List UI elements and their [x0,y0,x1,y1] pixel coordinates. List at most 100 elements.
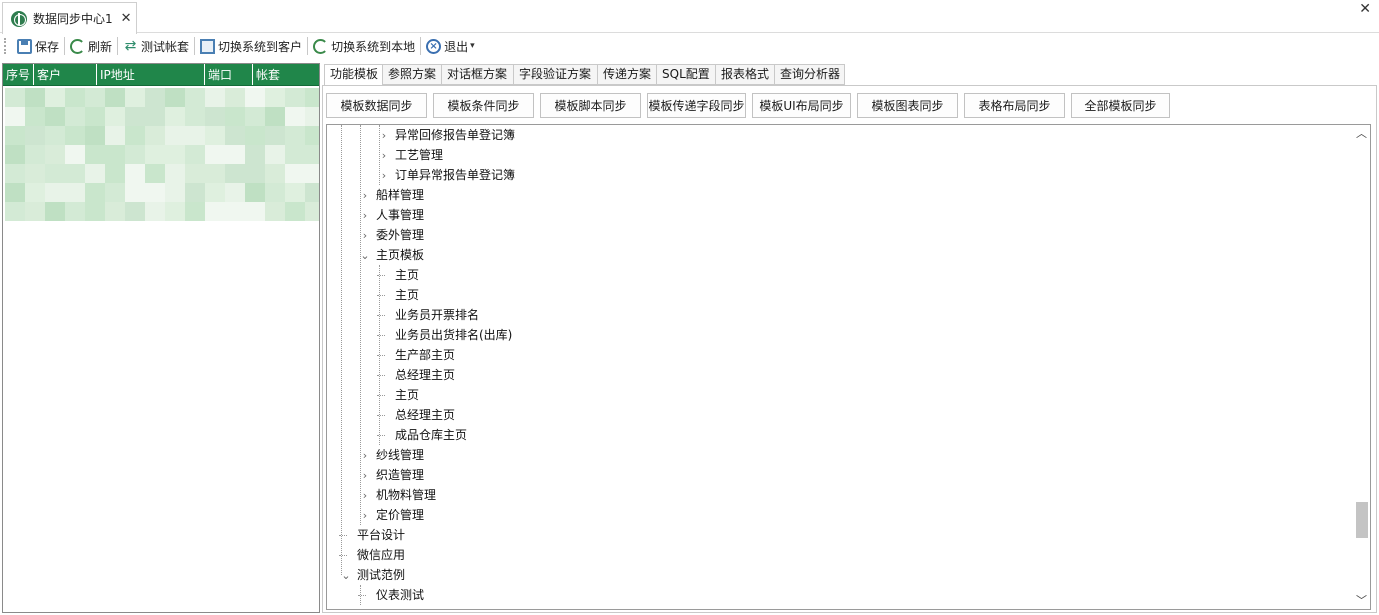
column-header-account[interactable]: 帐套 [253,64,319,85]
blurred-cell [205,145,225,164]
scroll-down-icon[interactable]: ﹀ [1353,592,1370,609]
blurred-cell [25,183,45,202]
document-icon [200,38,216,54]
window-close-icon[interactable]: ✕ [1359,1,1371,17]
template-tree[interactable]: ︿ ﹀ › 异常回修报告单登记簿 › 工艺管理 › 订单异常报告单登记簿 › 船样管理 › 人事管… [326,124,1371,610]
save-button[interactable]: 保存 [13,35,63,57]
tree-node[interactable]: ⌄ 主页模板 [358,245,424,265]
tree-node[interactable]: 总经理主页 [377,405,455,425]
tree-node[interactable]: › 异常回修报告单登记簿 [377,125,515,145]
scroll-up-icon[interactable]: ︿ [1353,125,1370,142]
tree-node[interactable]: 微信应用 [339,545,405,565]
tree-node-label: 机物料管理 [376,488,437,502]
switch-to-local-button[interactable]: 切换系统到本地 [309,35,419,57]
tree-node[interactable]: 成品仓库主页 [377,425,467,445]
blurred-cell [285,164,305,183]
blurred-cell [165,164,185,183]
blurred-cell [185,107,205,126]
blurred-cell [105,126,125,145]
blurred-cell [165,183,185,202]
tree-node[interactable]: › 工艺管理 [377,145,443,165]
blurred-cell [125,164,145,183]
tree-node[interactable]: 业务员出货排名(出库) [377,325,512,345]
tree-node-label: 业务员开票排名 [395,308,480,322]
tree-node-label: 主页模板 [376,248,425,262]
blurred-cell [45,145,65,164]
tree-node[interactable]: › 人事管理 [358,205,424,225]
tree-node[interactable]: 业务员开票排名 [377,305,479,325]
vertical-scrollbar[interactable]: ︿ ﹀ [1353,125,1370,609]
blurred-cell [45,107,65,126]
column-header-ip[interactable]: IP地址 [97,64,205,85]
tab-1[interactable]: 参照方案 [383,64,442,85]
blurred-cell [25,126,45,145]
tab-3[interactable]: 字段验证方案 [514,64,598,85]
blurred-cell [225,145,245,164]
blurred-cell [185,145,205,164]
blurred-cell [305,107,319,126]
test-account-button[interactable]: ⇄ 测试帐套 [119,35,193,57]
sync-button-0[interactable]: 模板数据同步 [326,93,427,118]
blurred-cell [105,202,125,221]
blurred-cell [285,88,305,107]
tree-node[interactable]: › 船样管理 [358,185,424,205]
sync-button-5[interactable]: 模板图表同步 [857,93,958,118]
tree-node[interactable]: 生产部主页 [377,345,455,365]
sync-button-3[interactable]: 模板传递字段同步 [647,93,746,118]
column-header-seq[interactable]: 序号 [3,64,34,85]
toolbar-separator [307,37,309,55]
tab-2[interactable]: 对话框方案 [442,64,514,85]
blurred-cell [245,107,265,126]
toolbar-overflow-icon[interactable]: ▾ [470,41,475,51]
document-tab[interactable]: 数据同步中心1 ✕ [2,2,137,34]
tree-node[interactable]: › 机物料管理 [358,485,436,505]
sync-button-2[interactable]: 模板脚本同步 [540,93,641,118]
sync-button-1[interactable]: 模板条件同步 [433,93,534,118]
blurred-cell [265,88,285,107]
tree-node[interactable]: › 定价管理 [358,505,424,525]
scrollbar-thumb[interactable] [1356,502,1368,539]
tree-node[interactable]: 总经理主页 [377,365,455,385]
tree-node[interactable]: › 纱线管理 [358,445,424,465]
refresh-button[interactable]: 刷新 [66,35,116,57]
blurred-cell [265,145,285,164]
tree-node[interactable]: › 订单异常报告单登记簿 [377,165,515,185]
blurred-cell [305,164,319,183]
tab-7[interactable]: 查询分析器 [775,64,845,85]
toolbar-separator [117,37,119,55]
tab-6[interactable]: 报表格式 [716,64,775,85]
sync-button-6[interactable]: 表格布局同步 [964,93,1065,118]
tab-close-icon[interactable]: ✕ [121,11,132,26]
switch-to-client-button[interactable]: 切换系统到客户 [196,35,306,57]
tree-node-label: 总经理主页 [395,408,456,422]
column-header-port[interactable]: 端口 [205,64,253,85]
tab-4[interactable]: 传递方案 [598,64,657,85]
blurred-cell [65,145,85,164]
tree-node[interactable]: 仪表测试 [358,585,424,605]
blurred-cell [85,145,105,164]
blurred-cell [285,126,305,145]
switch-to-client-label: 切换系统到客户 [218,39,303,54]
tree-node[interactable]: ⌄ 测试范例 [339,565,405,585]
tree-guide-line [360,125,361,525]
exit-button[interactable]: × 退出 ▾ [422,35,479,57]
blurred-cell [5,126,25,145]
blurred-cell [125,88,145,107]
sync-button-7[interactable]: 全部模板同步 [1071,93,1170,118]
tab-0[interactable]: 功能模板 [324,64,383,86]
tree-node[interactable]: › 委外管理 [358,225,424,245]
sync-button-4[interactable]: 模板UI布局同步 [752,93,851,118]
blurred-cell [185,202,205,221]
column-header-client[interactable]: 客户 [34,64,97,85]
tree-node[interactable]: 平台设计 [339,525,405,545]
blurred-grid-rows [5,88,319,221]
blurred-cell [5,164,25,183]
tree-node-label: 定价管理 [376,508,425,522]
exit-label: 退出 [444,39,469,54]
tab-5[interactable]: SQL配置 [657,64,716,85]
toolbar-grip[interactable] [4,38,7,54]
blurred-cell [245,164,265,183]
tree-node-label: 人事管理 [376,208,425,222]
tree-node[interactable]: › 织造管理 [358,465,424,485]
blurred-cell [165,145,185,164]
